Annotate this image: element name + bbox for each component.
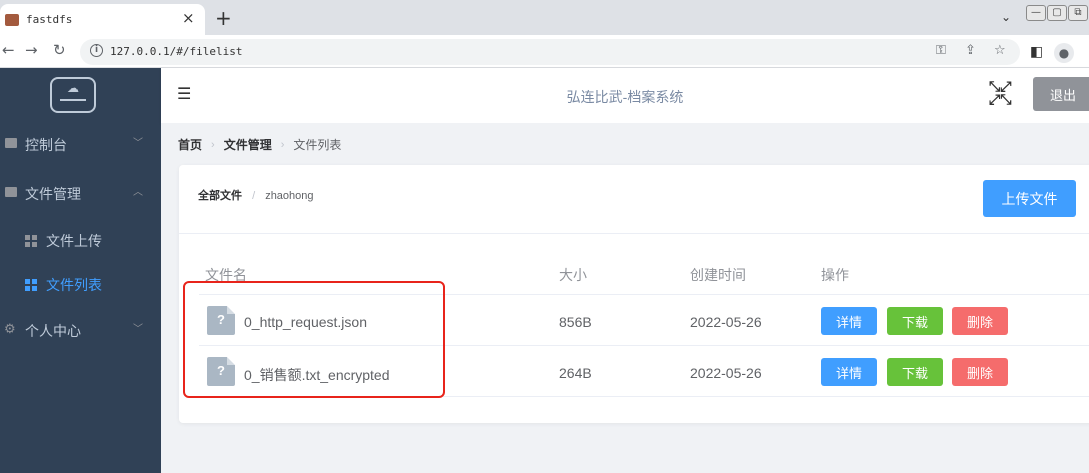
divider bbox=[179, 233, 1089, 234]
sidebar-item-file-upload[interactable]: 文件上传 bbox=[0, 219, 161, 263]
folder-icon bbox=[5, 187, 17, 197]
sidebar-item-label: 文件管理 bbox=[25, 186, 81, 202]
sidebar-item-file-list[interactable]: 文件列表 bbox=[0, 263, 161, 307]
sidebar-item-label: 文件上传 bbox=[46, 233, 102, 249]
path-separator: / bbox=[252, 190, 256, 202]
fullscreen-icon[interactable]: ⤡⤢ ⤢⤡ bbox=[989, 80, 1011, 107]
file-date: 2022-05-26 bbox=[690, 365, 762, 381]
detail-button[interactable]: 详情 bbox=[821, 358, 877, 386]
upload-file-button[interactable]: 上传文件 bbox=[983, 180, 1076, 217]
browser-tab-bar: fastdfs × + ⌄ — ▢ ⧉ bbox=[0, 0, 1089, 35]
reload-icon[interactable]: ↻ bbox=[53, 41, 66, 59]
side-panel-icon[interactable]: ◧ bbox=[1030, 44, 1043, 60]
column-header-size: 大小 bbox=[559, 267, 587, 283]
back-arrow-icon[interactable]: ← bbox=[2, 41, 15, 59]
browser-toolbar: ← → ↻ i 127.0.0.1/#/filelist ⚿ ⇪ ☆ ◧ ● bbox=[0, 35, 1089, 68]
bookmark-star-icon[interactable]: ☆ bbox=[994, 43, 1006, 58]
address-bar[interactable]: i 127.0.0.1/#/filelist ⚿ ⇪ ☆ bbox=[80, 39, 1020, 65]
sidebar-item-file-management[interactable]: 文件管理 ︿ bbox=[0, 171, 161, 217]
sidebar-item-dashboard[interactable]: 控制台 ﹀ bbox=[0, 122, 161, 168]
logout-button[interactable]: 退出 bbox=[1033, 77, 1089, 111]
download-button[interactable]: 下载 bbox=[887, 307, 943, 335]
cloud-icon: ☁ bbox=[67, 81, 79, 95]
gear-icon: ⚙ bbox=[4, 321, 16, 336]
sidebar-item-label: 文件列表 bbox=[46, 277, 102, 293]
share-icon[interactable]: ⇪ bbox=[965, 43, 976, 58]
restore-button[interactable]: ⧉ bbox=[1068, 5, 1088, 21]
annotation-highlight-box bbox=[183, 281, 445, 398]
chevron-right-icon: › bbox=[211, 138, 215, 151]
breadcrumb-home[interactable]: 首页 bbox=[178, 136, 202, 153]
top-header: ☰ 弘连比武-档案系统 ⤡⤢ ⤢⤡ 退出 bbox=[161, 68, 1089, 123]
file-size: 856B bbox=[559, 314, 592, 330]
maximize-button[interactable]: ▢ bbox=[1047, 5, 1067, 21]
info-icon[interactable]: i bbox=[90, 44, 103, 57]
file-date: 2022-05-26 bbox=[690, 314, 762, 330]
sidebar-item-personal-center[interactable]: ⚙ 个人中心 ﹀ bbox=[0, 308, 161, 354]
page-title: 弘连比武-档案系统 bbox=[566, 89, 684, 105]
chevron-down-icon: ﹀ bbox=[133, 324, 143, 335]
window-controls: — ▢ ⧉ bbox=[1026, 5, 1088, 21]
sidebar-item-label: 控制台 bbox=[25, 137, 67, 153]
column-header-created: 创建时间 bbox=[690, 267, 746, 283]
grid-icon bbox=[25, 279, 37, 291]
key-icon[interactable]: ⚿ bbox=[936, 43, 946, 58]
profile-avatar-icon[interactable]: ● bbox=[1054, 43, 1074, 63]
url-text: 127.0.0.1/#/filelist bbox=[110, 45, 243, 58]
chevron-right-icon: › bbox=[280, 138, 285, 151]
grid-icon bbox=[25, 235, 37, 247]
chevron-down-icon: ﹀ bbox=[133, 138, 143, 149]
tab-close-icon[interactable]: × bbox=[182, 9, 195, 27]
favicon-icon bbox=[5, 14, 19, 26]
file-size: 264B bbox=[559, 365, 592, 381]
breadcrumb-file-management[interactable]: 文件管理 bbox=[224, 136, 272, 153]
sidebar: ☁ 控制台 ﹀ 文件管理 ︿ 文件上传 文件列表 ⚙ 个人中心 ﹀ bbox=[0, 68, 161, 473]
sidebar-item-label: 个人中心 bbox=[25, 323, 81, 339]
forward-arrow-icon[interactable]: → bbox=[25, 41, 38, 59]
column-header-actions: 操作 bbox=[821, 267, 849, 283]
breadcrumb-file-list: 文件列表 bbox=[293, 138, 342, 152]
cloud-storage-logo-icon: ☁ bbox=[50, 77, 96, 113]
delete-button[interactable]: 删除 bbox=[952, 358, 1008, 386]
minimize-button[interactable]: — bbox=[1026, 5, 1046, 21]
folder-path: 全部文件 / zhaohong bbox=[198, 187, 314, 203]
chevron-up-icon: ︿ bbox=[133, 187, 143, 198]
download-button[interactable]: 下载 bbox=[887, 358, 943, 386]
new-tab-button[interactable]: + bbox=[215, 6, 232, 30]
path-root-link[interactable]: 全部文件 bbox=[198, 190, 242, 202]
tab-title: fastdfs bbox=[26, 13, 73, 26]
detail-button[interactable]: 详情 bbox=[821, 307, 877, 335]
monitor-icon bbox=[5, 138, 17, 148]
path-current: zhaohong bbox=[265, 190, 314, 202]
browser-tab[interactable]: fastdfs × bbox=[0, 4, 205, 35]
delete-button[interactable]: 删除 bbox=[952, 307, 1008, 335]
tab-search-icon[interactable]: ⌄ bbox=[1001, 10, 1011, 24]
breadcrumb: 首页 › 文件管理 › 文件列表 bbox=[178, 136, 341, 153]
